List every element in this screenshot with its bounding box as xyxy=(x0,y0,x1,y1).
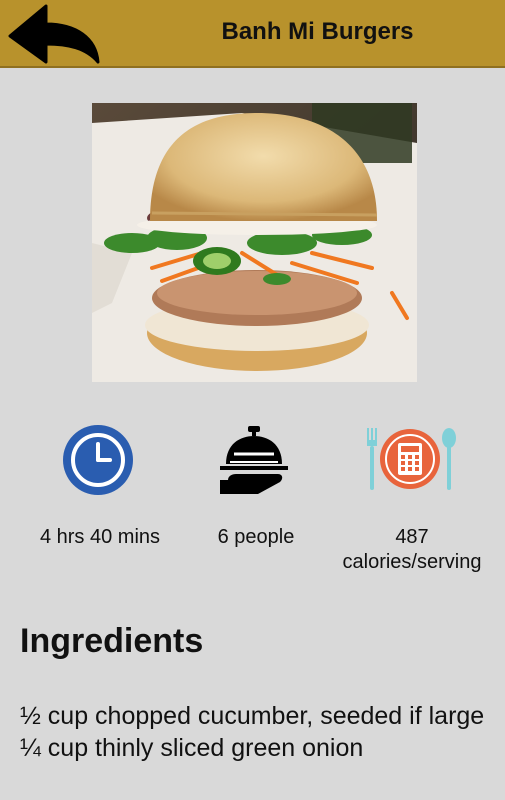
servings-label: 6 people xyxy=(217,526,295,548)
cook-time-label: 4 hrs 40 mins xyxy=(39,526,161,548)
back-button[interactable] xyxy=(6,4,102,66)
calories-unit: calories/serving xyxy=(342,551,482,573)
servings-stat xyxy=(218,424,290,501)
clock-icon xyxy=(63,425,133,495)
recipe-photo xyxy=(92,103,417,382)
ingredients-list: ½ cup chopped cucumber, seeded if large … xyxy=(20,700,490,764)
list-item: ½ cup chopped cucumber, seeded if large xyxy=(20,702,485,730)
ingredients-heading: Ingredients xyxy=(20,622,204,660)
app-header: Banh Mi Burgers xyxy=(0,0,505,68)
serving-cloche-icon xyxy=(220,426,288,494)
cook-time-stat xyxy=(62,424,134,501)
back-arrow-icon xyxy=(8,4,100,64)
calculator-plate-icon xyxy=(367,428,456,490)
page-title: Banh Mi Burgers xyxy=(221,18,414,45)
calories-value: 487 xyxy=(395,526,429,548)
calories-stat xyxy=(363,426,459,499)
calories-label: 487 calories/serving xyxy=(326,525,498,575)
list-item: ¼ cup thinly sliced green onion xyxy=(20,734,364,762)
